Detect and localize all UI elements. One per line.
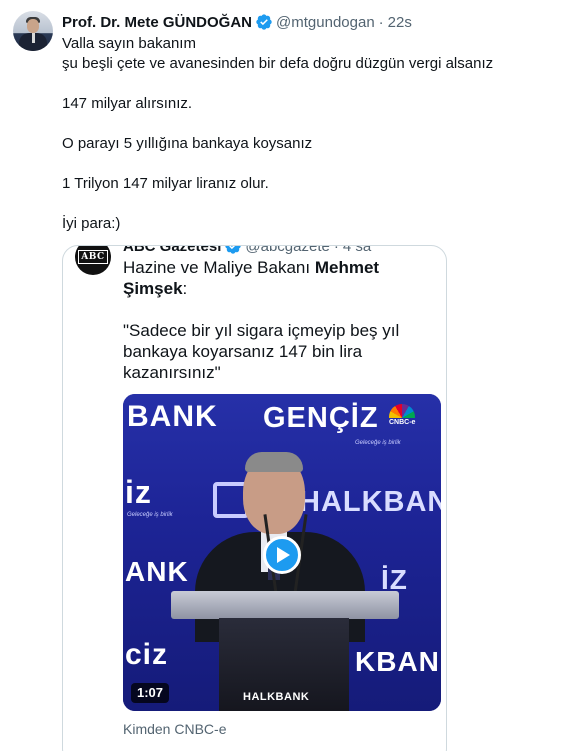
quoted-text-gap: [123, 299, 438, 320]
quoted-text-line: bankaya koyarsanız 147 bin lira: [123, 342, 363, 361]
author-avatar[interactable]: [13, 11, 53, 51]
tweet-text-gap: [62, 114, 572, 134]
video-overlay-text: ANK: [125, 556, 189, 587]
verified-badge-icon[interactable]: [224, 245, 242, 255]
quoted-text-segment: Hazine ve Maliye Bakanı: [123, 258, 315, 277]
tweet-text-line: 1 Trilyon 147 milyar liranız olur.: [62, 175, 269, 192]
avatar-tie: [32, 33, 35, 43]
author-name[interactable]: Prof. Dr. Mete GÜNDOĞAN: [62, 14, 252, 31]
tweet-text-line: şu beşli çete ve avanesinden bir defa do…: [62, 55, 494, 72]
header-separator: ·: [378, 13, 384, 31]
tweet-text: Valla sayın bakanım şu beşli çete ve ava…: [62, 34, 572, 234]
video-overlay-text: Geleceğe iş birlik: [355, 440, 401, 446]
quoted-tweet-text: Hazine ve Maliye Bakanı Mehmet Şimşek: "…: [123, 257, 438, 383]
quoted-tweet[interactable]: ABC ABC Gazetesi @abcgazete · 4 sa Hazin…: [62, 245, 447, 751]
tweet-text-gap: [62, 154, 572, 174]
avatar-head: [27, 19, 39, 33]
tweet-text-line: 147 milyar alırsınız.: [62, 95, 193, 112]
tweet-text-line: İyi para:): [62, 215, 121, 232]
tweet-text-line: O parayı 5 yıllığına bankaya koysanız: [62, 135, 313, 152]
peacock-icon: [389, 404, 416, 418]
podium-logo: HALKBANK: [243, 691, 310, 703]
tweet-header: Prof. Dr. Mete GÜNDOĞAN @mtgundogan · 22…: [62, 12, 412, 32]
video-overlay-text: Geleceğe iş birlik: [127, 512, 173, 518]
quoted-text-bold: Mehmet: [314, 258, 380, 277]
quoted-text-line: "Sadece bir yıl sigara içmeyip beş yıl: [123, 321, 400, 340]
quoted-author-name[interactable]: ABC Gazetesi: [123, 246, 221, 255]
video-overlay-text: GENÇİZ: [263, 402, 379, 434]
quoted-avatar-logo: ABC: [78, 250, 108, 264]
quoted-author-handle[interactable]: @abcgazete: [245, 246, 329, 255]
video-overlay-text: KBAN: [355, 646, 440, 677]
tweet-text-gap: [62, 194, 572, 214]
quoted-tweet-header: ABC Gazetesi @abcgazete · 4 sa: [123, 245, 371, 255]
speaker-hair: [245, 452, 303, 472]
author-handle[interactable]: @mtgundogan: [276, 14, 375, 31]
play-icon: [277, 547, 290, 563]
podium-top: [171, 591, 399, 619]
tweet-text-line: Valla sayın bakanım: [62, 35, 196, 52]
quoted-header-separator: ·: [333, 245, 339, 255]
quoted-text-segment: :: [182, 279, 188, 298]
tweet-text-gap: [62, 74, 572, 94]
media-source-label[interactable]: Kimden CNBC-e: [123, 721, 226, 737]
tweet-timestamp[interactable]: 22s: [388, 14, 412, 31]
cnbc-logo-text: CNBC-e: [389, 419, 416, 426]
video-overlay-text: iz: [125, 474, 152, 510]
video-duration: 1:07: [131, 683, 170, 703]
quoted-text-line: Şimşek:: [123, 278, 438, 299]
video-overlay-text: BANK: [127, 400, 218, 433]
cnbc-logo: CNBC-e: [389, 404, 415, 426]
verified-badge-icon[interactable]: [255, 13, 273, 31]
tweet[interactable]: Prof. Dr. Mete GÜNDOĞAN @mtgundogan · 22…: [0, 0, 588, 751]
quoted-text-line: kazanırsınız": [123, 363, 221, 382]
quoted-tweet-timestamp[interactable]: 4 sa: [343, 246, 371, 255]
play-button[interactable]: [263, 536, 301, 574]
quoted-text-line: Hazine ve Maliye Bakanı Mehmet: [123, 257, 438, 278]
video-overlay-text: ciz: [125, 638, 169, 671]
quoted-text-bold: Şimşek: [123, 279, 183, 298]
video-player[interactable]: BANK GENÇİZ Geleceğe iş birlik CNBC-e iz…: [123, 394, 441, 711]
quoted-author-avatar[interactable]: ABC: [75, 246, 111, 275]
